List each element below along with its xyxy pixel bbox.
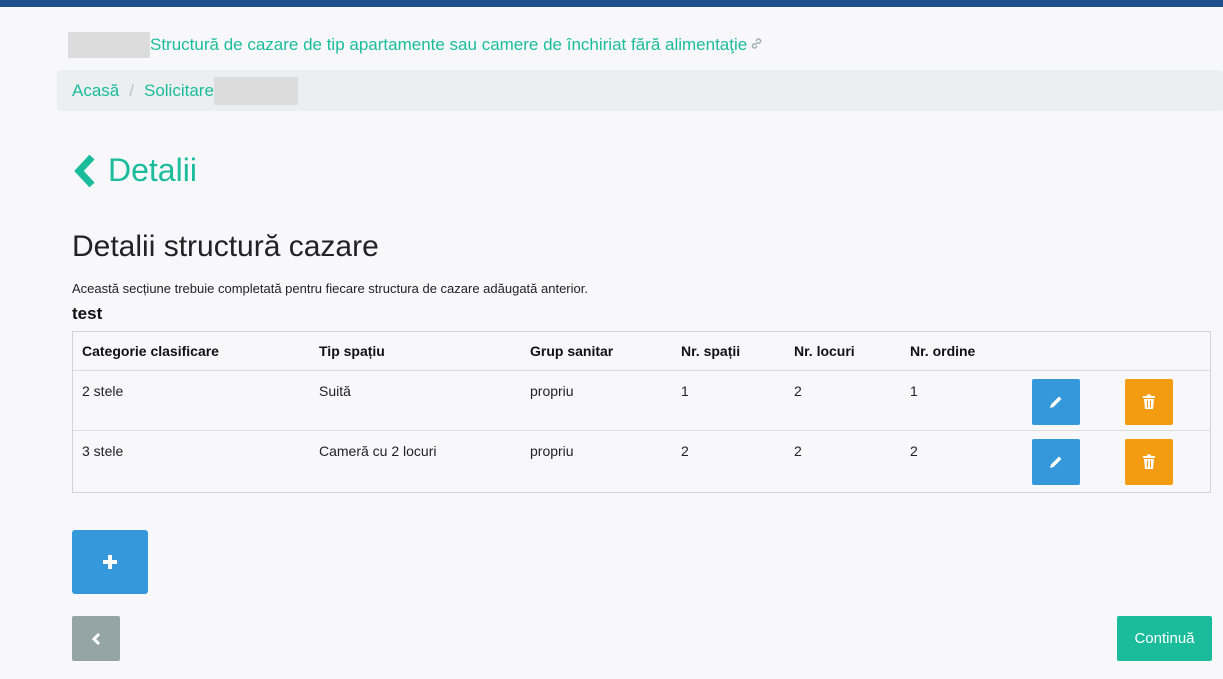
- breadcrumb-request[interactable]: Solicitare: [144, 81, 214, 101]
- table-cell-actions: [1116, 370, 1210, 431]
- column-header: Nr. ordine: [901, 332, 1023, 371]
- table-cell: Cameră cu 2 locuri: [319, 443, 437, 459]
- column-header: Categorie clasificare: [73, 332, 310, 371]
- plus-icon: [103, 555, 117, 569]
- section-title: Detalii structură cazare: [72, 230, 379, 263]
- section-description: Această secțiune trebuie completată pent…: [72, 281, 588, 296]
- pencil-icon: [1050, 456, 1062, 468]
- back-to-details-link[interactable]: Detalii: [72, 152, 197, 189]
- rooms-table: Categorie clasificare Tip spațiu Grup sa…: [72, 331, 1211, 493]
- delete-button[interactable]: [1125, 439, 1173, 485]
- edit-button[interactable]: [1032, 379, 1080, 425]
- edit-button[interactable]: [1032, 439, 1080, 485]
- redacted-block: [68, 32, 150, 58]
- back-button[interactable]: [72, 616, 120, 661]
- table-cell: 1: [672, 370, 785, 431]
- trash-icon: [1143, 454, 1155, 469]
- chevron-left-icon: [91, 632, 101, 645]
- structure-name: test: [72, 304, 103, 323]
- table-cell: propriu: [530, 443, 574, 459]
- structure-title-link[interactable]: Structură de cazare de tip apartamente s…: [150, 35, 747, 55]
- top-bar: [0, 0, 1223, 7]
- table-row: 3 stele Cameră cu 2 locuri propriu 2 2 2: [73, 431, 1210, 491]
- header-title-row: Structură de cazare de tip apartamente s…: [68, 32, 763, 58]
- pencil-icon: [1050, 396, 1062, 408]
- breadcrumb-home[interactable]: Acasă: [72, 81, 119, 101]
- table-cell: 2 stele: [73, 370, 310, 431]
- column-header-empty: [1116, 332, 1210, 371]
- column-header-empty: [1023, 332, 1116, 371]
- table-cell: 3 stele: [82, 443, 124, 459]
- table-cell: 2: [910, 443, 918, 459]
- column-header: Tip spațiu: [310, 332, 521, 371]
- column-header: Grup sanitar: [521, 332, 672, 371]
- table-cell-actions: [1023, 431, 1116, 491]
- add-row-button[interactable]: [72, 530, 148, 594]
- continue-button[interactable]: Continuă: [1117, 616, 1212, 661]
- column-header: Nr. locuri: [785, 332, 901, 371]
- table-cell: 2: [785, 370, 901, 431]
- redacted-block: [213, 76, 298, 105]
- table-cell: 2: [794, 443, 802, 459]
- table-header-row: Categorie clasificare Tip spațiu Grup sa…: [73, 332, 1210, 371]
- chevron-left-icon: [74, 154, 95, 187]
- column-header: Nr. spații: [672, 332, 785, 371]
- breadcrumb: Acasă / Solicitare: [57, 70, 1223, 111]
- table-row: 2 stele Suită propriu 1 2 1: [73, 370, 1210, 431]
- table-cell: 2: [681, 443, 689, 459]
- table-cell-actions: [1116, 431, 1210, 491]
- table-cell: Suită: [310, 370, 521, 431]
- details-heading: Detalii: [108, 152, 197, 188]
- link-icon[interactable]: [750, 37, 763, 53]
- table-cell-actions: [1023, 370, 1116, 431]
- delete-button[interactable]: [1125, 379, 1173, 425]
- table-cell: 1: [901, 370, 1023, 431]
- breadcrumb-separator: /: [129, 80, 134, 100]
- trash-icon: [1143, 394, 1155, 409]
- table-cell: propriu: [521, 370, 672, 431]
